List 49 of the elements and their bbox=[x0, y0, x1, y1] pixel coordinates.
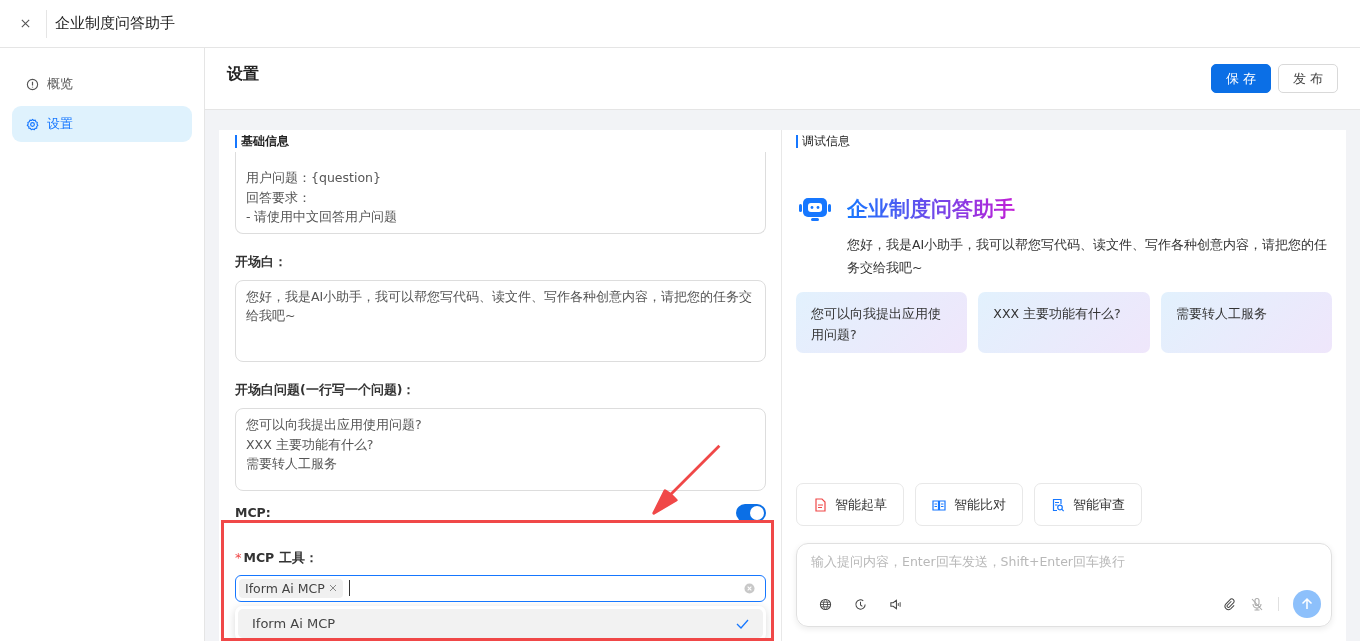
sidebar-item[interactable]: 概览 bbox=[12, 66, 192, 102]
page-title: 设置 bbox=[227, 64, 259, 85]
field-label: 开场白： bbox=[235, 253, 288, 271]
book-icon bbox=[932, 497, 946, 512]
skill-button[interactable]: 智能审查 bbox=[1034, 483, 1142, 526]
suggestion-card[interactable]: XXX 主要功能有什么? bbox=[978, 292, 1150, 353]
suggestion-card[interactable]: 需要转人工服务 bbox=[1160, 292, 1332, 353]
required-mark: * bbox=[235, 549, 242, 567]
opening-text: 您好，我是AI小助手，我可以帮您写代码、读文件、写作各种创意内容，请把您的任务交给我吧~ bbox=[246, 287, 754, 325]
greeting-text: 您好，我是AI小助手，我可以帮您写代码、读文件、写作各种创意内容，请把您的任务交给我吧~ bbox=[847, 236, 1329, 277]
suggestion-card[interactable]: 您可以向我提出应用使用问题? bbox=[796, 292, 968, 353]
prompt-line: 回答要求： bbox=[246, 188, 312, 207]
field-label: MCP: bbox=[235, 505, 271, 521]
opening-field[interactable]: 您好，我是AI小助手，我可以帮您写代码、读文件、写作各种创意内容，请把您的任务交给我吧~ bbox=[235, 279, 766, 363]
select-field[interactable]: Iform Ai MCP bbox=[235, 574, 766, 602]
skill-button[interactable]: 智能比对 bbox=[915, 483, 1023, 526]
settings-icon bbox=[26, 117, 39, 131]
section-title: 基础信息 bbox=[235, 135, 766, 148]
close-icon[interactable] bbox=[20, 18, 31, 29]
question-line: XXX 主要功能有什么? bbox=[246, 435, 375, 454]
save-button[interactable]: 保 存 bbox=[1210, 64, 1271, 93]
info-icon bbox=[26, 77, 39, 91]
question-line: 需要转人工服务 bbox=[246, 455, 338, 474]
field-label: MCP 工具： bbox=[243, 549, 318, 567]
prompt-field[interactable]: 用户问题：{question} 回答要求： - 请使用中文回答用户问题 bbox=[235, 152, 766, 234]
question-line: 您可以向我提出应用使用问题? bbox=[246, 416, 423, 435]
dropdown-option[interactable]: Iform Ai MCP bbox=[238, 609, 763, 638]
sidebar-item[interactable]: 设置 bbox=[12, 106, 192, 142]
document-icon bbox=[813, 497, 827, 512]
field-label: 开场白问题(一行写一个问题)： bbox=[235, 382, 417, 400]
globe-icon[interactable] bbox=[819, 597, 832, 611]
prompt-line: 用户问题：{question} bbox=[246, 169, 382, 187]
skill-button[interactable]: 智能起草 bbox=[796, 483, 904, 526]
arrow-up-icon bbox=[1300, 597, 1314, 611]
check-icon bbox=[736, 618, 749, 629]
publish-button[interactable]: 发 布 bbox=[1277, 64, 1338, 93]
prompt-line: - 请使用中文回答用户问题 bbox=[246, 208, 399, 226]
selected-tag[interactable]: Iform Ai MCP bbox=[239, 578, 343, 598]
robot-icon bbox=[798, 195, 832, 223]
text-cursor bbox=[348, 580, 350, 597]
speaker-icon[interactable] bbox=[889, 597, 902, 611]
document-search-icon bbox=[1051, 497, 1065, 512]
section-title: 调试信息 bbox=[796, 135, 1332, 148]
questions-field[interactable]: 您可以向我提出应用使用问题? XXX 主要功能有什么? 需要转人工服务 bbox=[235, 408, 766, 491]
app-title: 企业制度问答助手 bbox=[55, 14, 175, 33]
toggle-switch[interactable] bbox=[736, 503, 766, 522]
attachment-icon[interactable] bbox=[1223, 597, 1236, 611]
history-icon[interactable] bbox=[854, 597, 867, 611]
remove-icon[interactable] bbox=[328, 584, 337, 593]
